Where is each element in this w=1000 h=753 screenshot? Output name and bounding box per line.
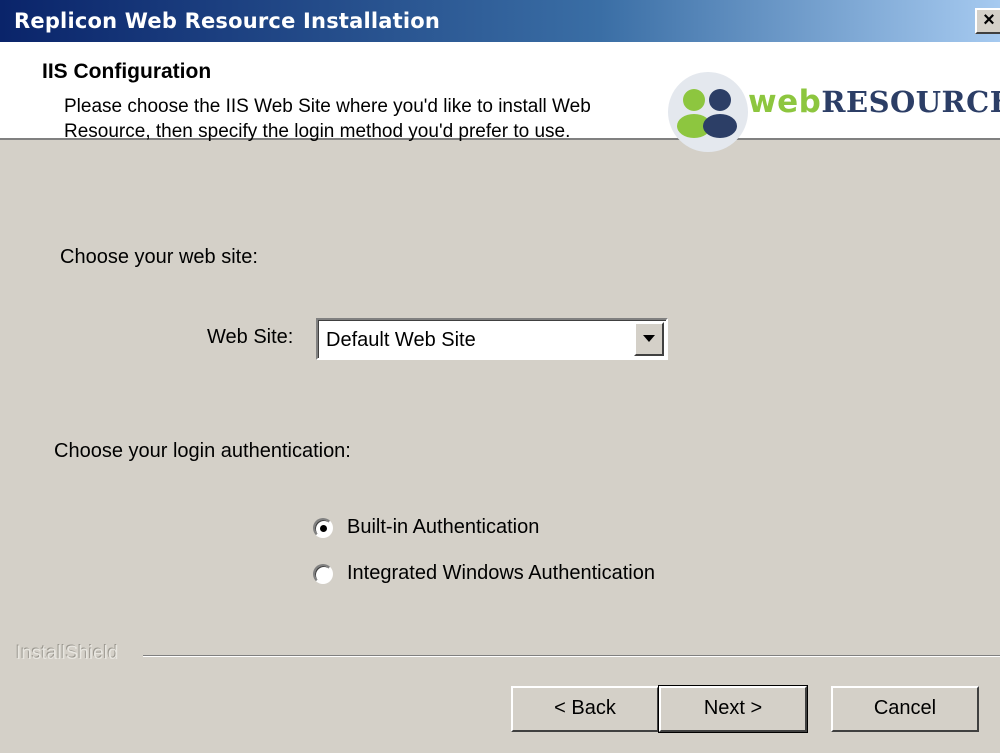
installshield-brand: InstallShield xyxy=(16,643,119,664)
dropdown-button[interactable] xyxy=(634,322,664,356)
website-select[interactable]: Default Web Site xyxy=(316,318,668,360)
logo-web-text: web xyxy=(748,84,822,120)
site-prompt: Choose your web site: xyxy=(60,246,258,268)
radio-label[interactable]: Built-in Authentication xyxy=(347,516,539,539)
back-button[interactable]: < Back xyxy=(511,686,659,732)
close-button[interactable]: × xyxy=(975,8,1000,34)
title-bar[interactable]: Replicon Web Resource Installation × xyxy=(0,0,1000,42)
radio-button[interactable] xyxy=(313,518,333,538)
chevron-down-icon xyxy=(643,335,655,342)
page-description: Please choose the IIS Web Site where you… xyxy=(64,94,664,144)
page-title: IIS Configuration xyxy=(42,60,212,83)
next-button[interactable]: Next > xyxy=(658,685,808,733)
cancel-button[interactable]: Cancel xyxy=(831,686,979,732)
auth-prompt: Choose your login authentication: xyxy=(54,440,351,462)
description-line-2: Resource, then specify the login method … xyxy=(64,121,571,142)
window-title: Replicon Web Resource Installation xyxy=(14,9,441,33)
website-label: Web Site: xyxy=(207,326,294,348)
close-icon: × xyxy=(983,9,995,31)
website-select-value: Default Web Site xyxy=(326,329,476,351)
footer-divider xyxy=(143,655,1000,657)
logo-resource-text: RESOURCE xyxy=(821,85,1000,119)
radio-label[interactable]: Integrated Windows Authentication xyxy=(347,562,655,585)
radio-button[interactable] xyxy=(313,564,333,584)
radio-selected-dot xyxy=(320,525,327,532)
users-icon xyxy=(677,89,737,138)
logo-wordmark: webRESOURCE xyxy=(748,84,1000,120)
description-line-1: Please choose the IIS Web Site where you… xyxy=(64,96,591,117)
